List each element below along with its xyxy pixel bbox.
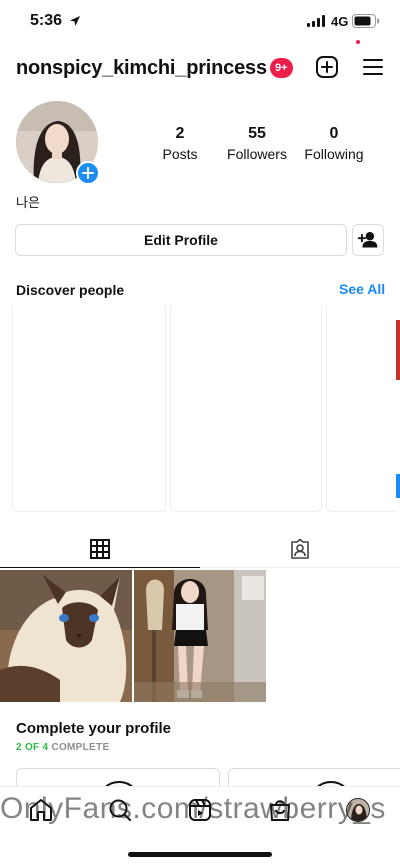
add-story-icon[interactable] [76, 161, 100, 185]
profile-bio: 나은 [16, 195, 40, 210]
menu-icon[interactable] [361, 55, 385, 79]
notification-badge[interactable]: 9+ [270, 58, 293, 78]
stat-following-label: Following [304, 146, 364, 162]
stat-following-count: 0 [329, 125, 339, 142]
suggestion-card[interactable] [170, 305, 322, 512]
see-all-link[interactable]: See All [339, 281, 385, 297]
discover-people-button[interactable] [352, 224, 384, 256]
signal-icon [307, 15, 325, 27]
tagged-icon [291, 538, 309, 559]
discover-people-title: Discover people [16, 282, 125, 298]
complete-profile-progress: 2 OF 4 COMPLETE [16, 742, 109, 753]
username-switcher[interactable]: nonspicy_kimchi_princess [16, 57, 267, 80]
complete-profile-title: Complete your profile [16, 720, 172, 737]
grid-icon [90, 539, 110, 559]
network-type: 4G [331, 14, 349, 29]
suggestion-card-button-edge [396, 474, 400, 498]
status-time: 5:36 [30, 12, 63, 29]
stat-following[interactable]: 0 Following [289, 125, 379, 162]
add-person-icon [357, 232, 378, 248]
tab-tagged[interactable] [200, 532, 400, 568]
profile-tabs [0, 532, 400, 568]
profile-header: nonspicy_kimchi_princess 9+ [0, 50, 400, 86]
battery-icon [352, 14, 379, 28]
progress-count: 2 OF 4 [16, 742, 49, 753]
notification-dot [356, 40, 360, 44]
suggestion-card-image-edge [396, 320, 400, 380]
post-thumbnail[interactable] [134, 570, 266, 702]
status-bar: 5:36 4G [0, 0, 400, 44]
suggestion-card[interactable] [12, 305, 166, 512]
plus-square-icon[interactable] [315, 55, 339, 79]
home-indicator[interactable] [128, 852, 272, 857]
progress-suffix: COMPLETE [48, 742, 110, 753]
edit-profile-button[interactable]: Edit Profile [15, 224, 347, 256]
tab-posts-grid[interactable] [0, 532, 200, 568]
post-thumbnail[interactable] [0, 570, 132, 702]
location-arrow-icon [70, 16, 80, 26]
watermark-text: OnlyFans.com/strawberry_s [0, 792, 386, 825]
suggestion-card[interactable] [326, 305, 400, 512]
